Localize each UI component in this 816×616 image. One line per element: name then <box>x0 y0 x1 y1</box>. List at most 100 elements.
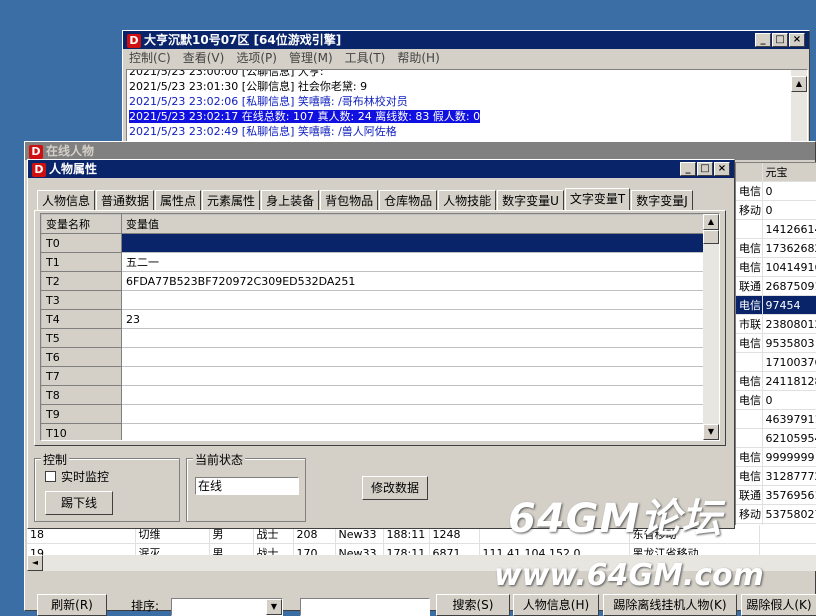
var-value-header[interactable]: 变量值 <box>121 214 704 234</box>
tab-3[interactable]: 元素属性 <box>202 190 261 211</box>
modify-data-button[interactable]: 修改数据 <box>362 476 428 500</box>
attr-title-bar[interactable]: D 人物属性 _ □ × <box>28 160 734 178</box>
search-input[interactable] <box>300 598 430 616</box>
isp-cell: 电信 <box>736 238 763 258</box>
menu-item-5[interactable]: 帮助(H) <box>397 51 439 65</box>
search-button[interactable]: 搜索(S) <box>436 594 510 616</box>
grid-row[interactable]: T2 6FDA77B523BF720972C309ED532DA251 <box>41 271 704 291</box>
var-name-cell: T6 <box>41 347 122 367</box>
menu-item-4[interactable]: 工具(T) <box>345 51 386 65</box>
table-row[interactable]: 移动 53758027 <box>736 504 816 524</box>
table-row[interactable]: 电信 0 <box>736 181 816 201</box>
menu-item-0[interactable]: 控制(C) <box>129 51 171 65</box>
realtime-checkbox[interactable] <box>45 471 56 482</box>
player-info-button[interactable]: 人物信息(H) <box>513 594 599 616</box>
table-row[interactable]: 电信 10414916 <box>736 257 816 277</box>
status-field[interactable]: 在线 <box>195 477 299 495</box>
scroll-up-icon[interactable]: ▲ <box>791 76 807 92</box>
yuanbao-cell: 46397911 <box>762 409 816 429</box>
scroll-up-icon[interactable]: ▲ <box>703 214 719 230</box>
grid-row[interactable]: T6 <box>41 347 704 367</box>
tab-9[interactable]: 文字变量T <box>564 188 631 211</box>
chevron-down-icon[interactable]: ▼ <box>266 599 282 615</box>
grid-row[interactable]: T5 <box>41 328 704 348</box>
isp-cell: 电信 <box>736 371 763 391</box>
tab-8[interactable]: 数字变量U <box>497 190 564 211</box>
table-row[interactable]: 电信 0 <box>736 390 816 410</box>
scroll-down-icon[interactable]: ▼ <box>703 424 719 440</box>
main-title-bar[interactable]: D 大亨沉默10号07区 [64位游戏引擎] _ □ × <box>123 31 809 49</box>
table-row[interactable]: 62105954 <box>736 428 816 448</box>
grid-row[interactable]: T4 23 <box>41 309 704 329</box>
var-value-cell[interactable] <box>121 385 704 405</box>
grid-row[interactable]: T0 <box>41 233 704 253</box>
yuanbao-cell: 14126614 <box>762 219 816 239</box>
table-row[interactable]: 电信 24118128 <box>736 371 816 391</box>
var-name-header[interactable]: 变量名称 <box>41 214 122 234</box>
table-row[interactable]: 移动 0 <box>736 200 816 220</box>
table-row[interactable]: 17100376 <box>736 352 816 372</box>
close-icon[interactable]: × <box>714 162 730 176</box>
scroll-thumb[interactable] <box>703 230 719 244</box>
grid-row[interactable]: T1 五二一 <box>41 252 704 272</box>
table-row[interactable]: 14126614 <box>736 219 816 239</box>
var-value-cell[interactable]: 23 <box>121 309 704 329</box>
tab-4[interactable]: 身上装备 <box>261 190 320 211</box>
menu-item-1[interactable]: 查看(V) <box>183 51 225 65</box>
yuanbao-cell: 17362682 <box>762 238 816 258</box>
table-row[interactable]: 46397911 <box>736 409 816 429</box>
grid-row[interactable]: T7 <box>41 366 704 386</box>
tab-10[interactable]: 数字变量J <box>631 190 693 211</box>
maximize-icon[interactable]: □ <box>772 33 788 47</box>
menu-item-3[interactable]: 管理(M) <box>289 51 333 65</box>
scroll-left-icon[interactable]: ◄ <box>27 555 43 571</box>
online-title-bar[interactable]: D 在线人物 <box>25 142 815 160</box>
var-value-cell[interactable]: 五二一 <box>121 252 704 272</box>
kick-button[interactable]: 踢下线 <box>45 491 113 515</box>
table-row[interactable]: 电信 17362682 <box>736 238 816 258</box>
yuanbao-column-header[interactable]: 元宝 <box>762 163 816 182</box>
isp-column-header[interactable] <box>736 163 763 182</box>
tab-5[interactable]: 背包物品 <box>320 190 379 211</box>
var-value-cell[interactable] <box>121 290 704 310</box>
tab-1[interactable]: 普通数据 <box>96 190 155 211</box>
table-row[interactable]: 电信 9999999 <box>736 447 816 467</box>
refresh-button[interactable]: 刷新(R) <box>37 594 107 616</box>
menu-item-2[interactable]: 选项(P) <box>236 51 277 65</box>
table-row[interactable]: 电信 97454 <box>736 295 816 315</box>
var-value-cell[interactable] <box>121 328 704 348</box>
sort-select[interactable]: ▼ <box>171 598 283 616</box>
var-value-cell[interactable] <box>121 347 704 367</box>
table-row[interactable]: 联通 35769561 <box>736 485 816 505</box>
grid-row[interactable]: T8 <box>41 385 704 405</box>
var-name-cell: T9 <box>41 404 122 424</box>
kick-offline-button[interactable]: 踢除离线挂机人物(K) <box>603 594 737 616</box>
var-value-cell[interactable]: 6FDA77B523BF720972C309ED532DA251 <box>121 271 704 291</box>
log-scrollbar[interactable]: ▲ <box>791 70 807 148</box>
var-value-cell[interactable] <box>121 404 704 424</box>
grid-row[interactable]: T9 <box>41 404 704 424</box>
table-row[interactable]: 电信 9535803 <box>736 333 816 353</box>
minimize-icon[interactable]: _ <box>680 162 696 176</box>
tab-2[interactable]: 属性点 <box>155 190 202 211</box>
table-row[interactable]: 市联 23808012 <box>736 314 816 334</box>
status-value: 在线 <box>198 479 223 493</box>
table-row[interactable]: 联通 26875091 <box>736 276 816 296</box>
grid-row[interactable]: T10 <box>41 423 704 440</box>
var-value-cell[interactable] <box>121 423 704 440</box>
minimize-icon[interactable]: _ <box>755 33 771 47</box>
grid-vscroll[interactable]: ▲ ▼ <box>703 214 719 440</box>
maximize-icon[interactable]: □ <box>697 162 713 176</box>
app-logo-icon: D <box>127 33 141 48</box>
tab-7[interactable]: 人物技能 <box>438 190 497 211</box>
tab-0[interactable]: 人物信息 <box>37 190 96 211</box>
grid-row[interactable]: T3 <box>41 290 704 310</box>
var-value-cell[interactable] <box>121 366 704 386</box>
close-icon[interactable]: × <box>789 33 805 47</box>
kick-fake-button[interactable]: 踢除假人(K) <box>741 594 816 616</box>
tab-6[interactable]: 仓库物品 <box>379 190 438 211</box>
var-value-cell[interactable] <box>121 233 704 253</box>
table-row[interactable]: 电信 31287772 <box>736 466 816 486</box>
isp-cell: 电信 <box>736 181 763 201</box>
isp-cell: 电信 <box>736 447 763 467</box>
